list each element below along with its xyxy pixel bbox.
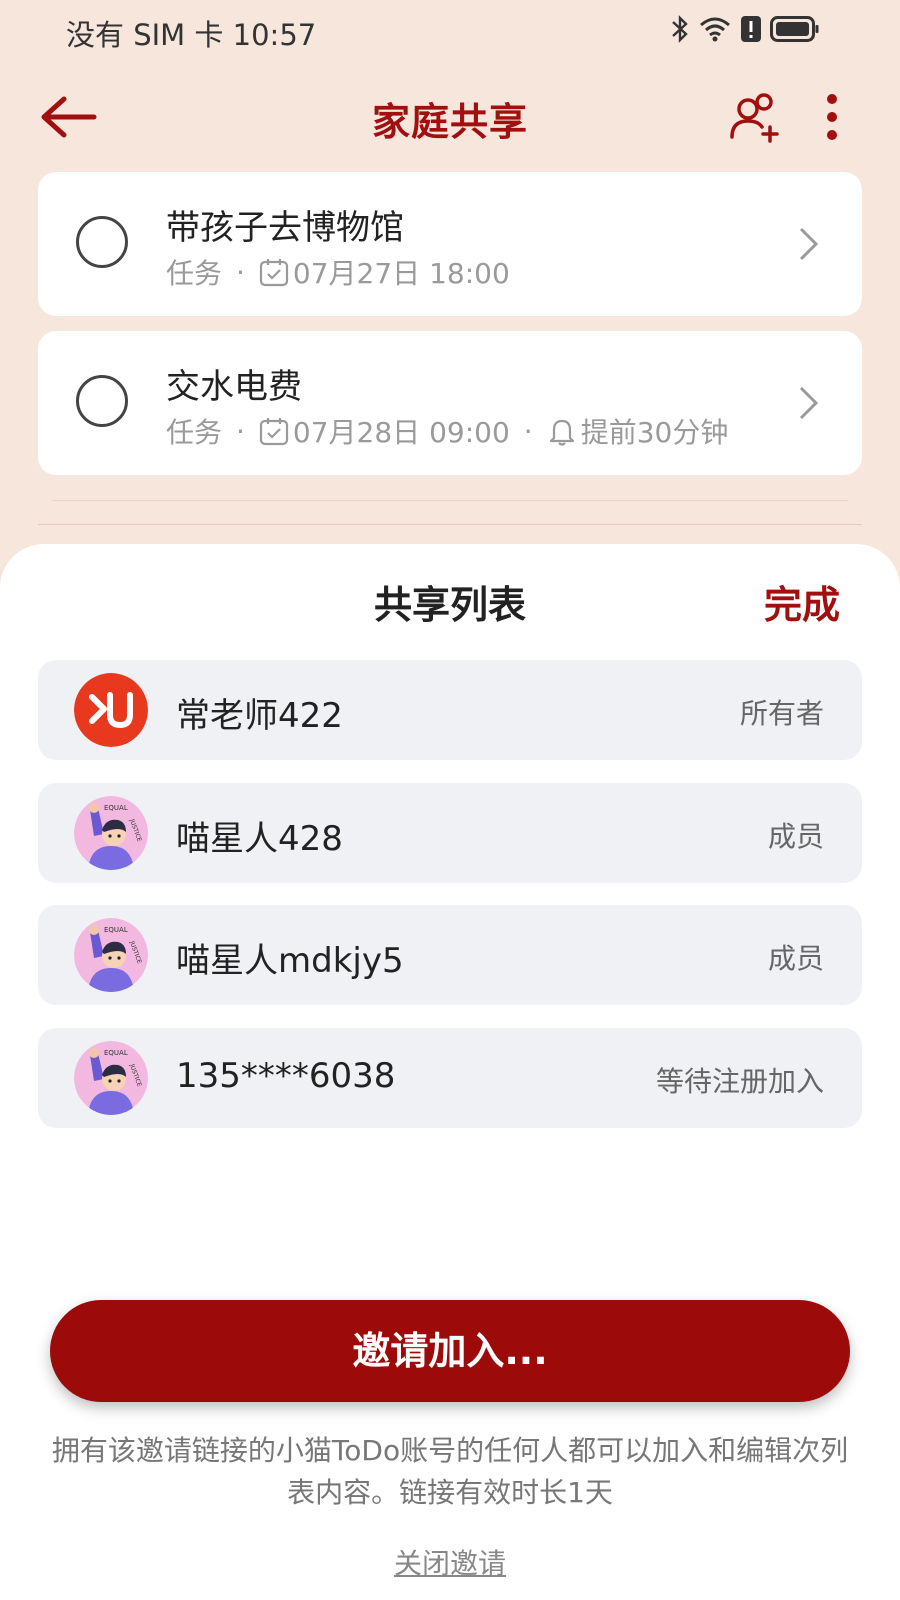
equal-justice-avatar-icon: EQUAL JUSTICE [74, 1041, 148, 1115]
task-item[interactable]: 带孩子去博物馆 任务 · 07月27日 18:00 [38, 172, 862, 316]
task-checkbox[interactable] [76, 216, 128, 268]
more-icon [827, 94, 837, 140]
member-avatar: EQUAL JUSTICE [74, 796, 148, 870]
bluetooth-icon [672, 15, 688, 43]
member-name: 135****6038 [176, 1056, 396, 1096]
owner-avatar [74, 673, 148, 747]
orange-logo-avatar-icon [74, 673, 148, 747]
task-reminder: 提前30分钟 [580, 416, 729, 449]
task-title: 带孩子去博物馆 [166, 208, 404, 248]
add-user-icon [730, 93, 779, 143]
status-bar: 没有 SIM 卡 10:57 [0, 0, 900, 62]
calendar-icon [259, 418, 289, 446]
divider [52, 500, 848, 501]
member-row[interactable]: EQUAL JUSTICE 喵星人428 成员 [38, 783, 862, 883]
close-invite-link[interactable]: 关闭邀请 [394, 1547, 506, 1580]
member-role: 成员 [767, 820, 824, 853]
app-header: 家庭共享 [0, 75, 900, 159]
task-date: 07月28日 09:00 [292, 416, 510, 449]
task-date: 07月27日 18:00 [292, 257, 510, 290]
member-avatar: EQUAL JUSTICE [74, 918, 148, 992]
member-name: 常老师422 [176, 696, 343, 736]
done-button[interactable]: 完成 [764, 574, 840, 629]
status-left: 没有 SIM 卡 10:57 [66, 12, 316, 54]
add-user-button[interactable] [728, 91, 784, 143]
task-type: 任务 [166, 416, 223, 449]
member-row[interactable]: EQUAL JUSTICE 喵星人mdkjy5 成员 [38, 905, 862, 1005]
member-role: 等待注册加入 [655, 1065, 824, 1098]
svg-text:EQUAL: EQUAL [104, 926, 128, 934]
separator-dot: · [236, 414, 245, 448]
close-invite-link-wrap: 关闭邀请 [0, 1542, 900, 1582]
bell-icon [549, 419, 574, 446]
svg-text:EQUAL: EQUAL [104, 804, 128, 812]
member-name: 喵星人mdkjy5 [176, 941, 404, 981]
alert-icon [741, 16, 761, 42]
divider [38, 524, 862, 525]
status-icons [670, 14, 820, 44]
carrier-text: 没有 SIM 卡 [66, 18, 224, 52]
clock: 10:57 [232, 18, 317, 52]
member-role: 成员 [767, 942, 824, 975]
task-meta: 任务 · 07月27日 18:00 [166, 252, 510, 292]
member-row[interactable]: 常老师422 所有者 [38, 660, 862, 760]
separator-dot: · [523, 414, 533, 448]
task-checkbox[interactable] [76, 375, 128, 427]
equal-justice-avatar-icon: EQUAL JUSTICE [74, 918, 148, 992]
svg-text:EQUAL: EQUAL [104, 1049, 128, 1057]
calendar-icon [259, 259, 289, 287]
task-meta: 任务 · 07月28日 09:00 · 提前30分钟 [166, 411, 728, 451]
equal-justice-avatar-icon: EQUAL JUSTICE [74, 796, 148, 870]
task-title: 交水电费 [166, 367, 302, 407]
battery-icon [770, 16, 819, 42]
member-role: 所有者 [739, 697, 824, 730]
wifi-icon [700, 17, 730, 42]
member-name: 喵星人428 [176, 819, 343, 859]
invite-button[interactable]: 邀请加入... [50, 1300, 850, 1402]
member-row[interactable]: EQUAL JUSTICE 135****6038 等待注册加入 [38, 1028, 862, 1128]
task-item[interactable]: 交水电费 任务 · 07月28日 09:00 · 提前30分钟 [38, 331, 862, 475]
invite-note: 拥有该邀请链接的小猫ToDo账号的任何人都可以加入和编辑次列表内容。链接有效时长… [51, 1434, 849, 1509]
separator-dot: · [236, 255, 245, 289]
task-type: 任务 [166, 257, 223, 290]
chevron-right-icon [799, 227, 819, 261]
member-avatar: EQUAL JUSTICE [74, 1041, 148, 1115]
more-button[interactable] [820, 93, 844, 143]
chevron-right-icon [799, 386, 819, 420]
